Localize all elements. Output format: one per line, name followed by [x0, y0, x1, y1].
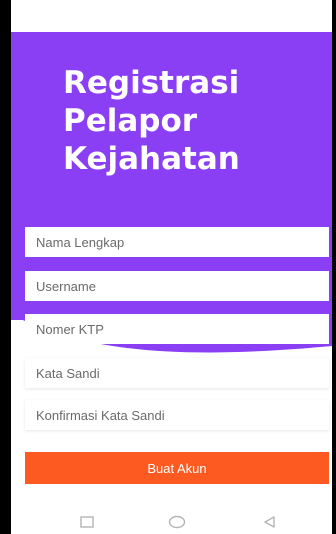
page-title-line-2: Pelapor: [63, 103, 198, 139]
kata-sandi-input[interactable]: [25, 358, 329, 388]
konfirmasi-kata-sandi-input[interactable]: [25, 400, 329, 430]
system-nav-bar: [11, 505, 332, 534]
back-button[interactable]: [259, 513, 279, 531]
device-frame-right: [332, 0, 336, 534]
nama-lengkap-input[interactable]: [25, 227, 329, 257]
recent-apps-icon: [80, 516, 94, 528]
back-icon: [264, 516, 275, 528]
registration-screen: Registrasi Pelapor Kejahatan Buat Akun: [0, 0, 336, 534]
page-title: Registrasi Pelapor Kejahatan: [63, 64, 303, 178]
page-title-line-3: Kejahatan: [63, 141, 240, 177]
device-frame-left: [0, 0, 11, 534]
username-input[interactable]: [25, 271, 329, 301]
page-title-line-1: Registrasi: [63, 65, 240, 101]
recent-apps-button[interactable]: [77, 513, 97, 531]
nomer-ktp-input[interactable]: [25, 314, 329, 344]
buat-akun-button[interactable]: Buat Akun: [25, 452, 329, 484]
home-icon: [168, 515, 186, 529]
home-button[interactable]: [167, 513, 187, 531]
status-bar: [11, 0, 332, 32]
